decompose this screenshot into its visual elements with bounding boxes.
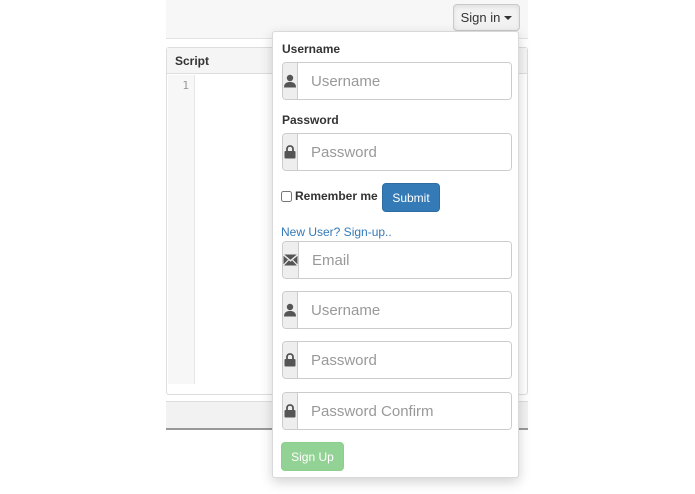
lock-icon	[283, 393, 298, 429]
signup-username-input[interactable]	[298, 292, 511, 328]
lock-icon	[283, 134, 298, 170]
remember-me-checkbox[interactable]	[281, 190, 292, 202]
signup-password-confirm-input-group	[282, 392, 512, 430]
caret-down-icon	[504, 15, 513, 20]
password-label: Password	[282, 113, 339, 127]
username-input-group	[282, 62, 512, 100]
signup-button[interactable]: Sign Up	[281, 442, 344, 471]
envelope-icon	[283, 242, 299, 278]
user-icon	[283, 292, 298, 328]
signup-link[interactable]: New User? Sign-up..	[281, 225, 392, 239]
email-input-group	[282, 241, 512, 279]
signup-password-confirm-input[interactable]	[298, 393, 511, 429]
signup-password-input[interactable]	[298, 342, 511, 378]
signup-username-input-group	[282, 291, 512, 329]
lock-icon	[283, 342, 298, 378]
line-number-gutter: 1	[168, 75, 195, 384]
signup-password-input-group	[282, 341, 512, 379]
signin-dropdown-menu: Username Password Remember me Submit New…	[272, 31, 519, 478]
username-label: Username	[282, 42, 341, 56]
signin-label: Sign in	[460, 10, 501, 25]
submit-button[interactable]: Submit	[382, 183, 440, 212]
user-icon	[283, 63, 298, 99]
remember-me[interactable]: Remember me	[281, 189, 378, 203]
remember-me-label: Remember me	[295, 189, 378, 203]
signin-dropdown-button[interactable]: Sign in	[453, 4, 520, 31]
login-username-input[interactable]	[298, 63, 511, 99]
password-input-group	[282, 133, 512, 171]
line-number: 1	[182, 79, 189, 92]
signup-email-input[interactable]	[299, 242, 511, 278]
login-password-input[interactable]	[298, 134, 511, 170]
